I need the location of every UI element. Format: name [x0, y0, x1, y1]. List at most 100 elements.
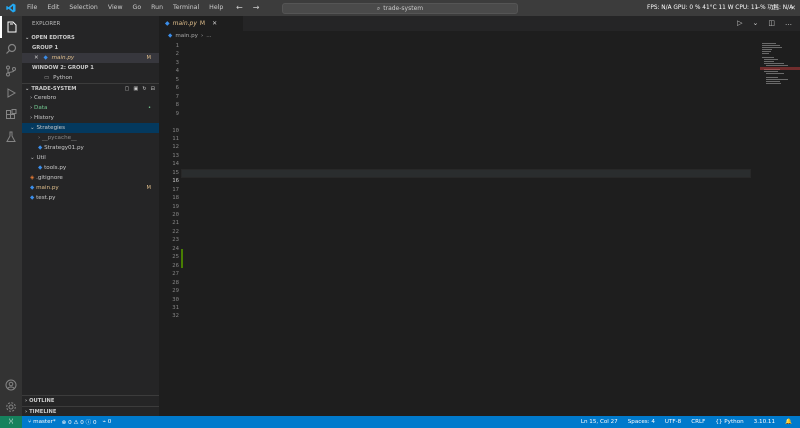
- line-number: 4: [175, 68, 179, 75]
- source-control-icon[interactable]: [0, 60, 22, 82]
- back-arrow-icon[interactable]: ←: [236, 3, 243, 12]
- open-editor-python[interactable]: ▭ Python: [22, 73, 159, 83]
- line-number: 11: [172, 135, 179, 142]
- git-change-marker: [181, 249, 183, 268]
- more-actions-icon[interactable]: …: [785, 19, 792, 27]
- menu-view[interactable]: View: [103, 0, 128, 16]
- end-of-line[interactable]: CRLF: [691, 416, 705, 428]
- tree-folder-cerebro[interactable]: › Cerebro: [22, 93, 159, 103]
- python-file-icon: ◆: [165, 20, 170, 27]
- language-mode[interactable]: {} Python: [715, 416, 743, 428]
- python-file-icon: ◆: [38, 145, 43, 151]
- breadcrumb-file[interactable]: main.py: [175, 33, 198, 39]
- close-tab-icon[interactable]: ✕: [212, 20, 217, 27]
- search-label: trade-system: [383, 5, 424, 12]
- line-number: 2: [175, 51, 179, 58]
- open-editor-main[interactable]: ✕ ◆ main.py M: [22, 53, 159, 63]
- line-number: 28: [172, 279, 179, 286]
- minimize-icon[interactable]: ─: [756, 0, 760, 16]
- menu-selection[interactable]: Selection: [64, 0, 103, 16]
- line-number: 30: [172, 296, 179, 303]
- tab-main-py[interactable]: ◆ main.py M ✕: [159, 16, 243, 31]
- project-header[interactable]: ⌄ TRADE-SYSTEM ▢ ▣ ↻ ⊟: [22, 83, 159, 93]
- line-number: 21: [172, 220, 179, 227]
- command-center-search[interactable]: ⌕ trade-system: [282, 3, 518, 14]
- line-number: 3: [175, 59, 179, 66]
- tree-folder-pycache[interactable]: › __pycache__: [22, 133, 159, 143]
- python-version[interactable]: 3.10.11: [754, 416, 775, 428]
- run-debug-icon[interactable]: [0, 82, 22, 104]
- outline-header[interactable]: › OUTLINE: [22, 395, 159, 405]
- open-editors-header[interactable]: ⌄ OPEN EDITORS: [22, 33, 159, 43]
- maximize-icon[interactable]: ☐: [772, 0, 778, 16]
- chevron-down-icon[interactable]: ⌄: [753, 19, 759, 27]
- ports-indicator[interactable]: ⌁ 0: [103, 419, 112, 425]
- problems-indicator[interactable]: ⊗ 0 ⚠ 0 ⓘ 0: [62, 418, 97, 426]
- current-line-highlight: [181, 168, 751, 178]
- close-window-icon[interactable]: ✕: [790, 0, 796, 16]
- git-branch[interactable]: ⑂ master*: [28, 419, 56, 425]
- tree-file-test[interactable]: ◆ test.py: [22, 193, 159, 203]
- split-editor-icon[interactable]: ◫: [768, 19, 775, 27]
- line-number: 5: [175, 76, 179, 83]
- collapse-all-icon[interactable]: ⊟: [151, 84, 155, 94]
- terminal-icon: ▭: [44, 75, 50, 81]
- line-number: 10: [172, 127, 179, 134]
- menu-go[interactable]: Go: [128, 0, 147, 16]
- vscode-logo-icon: [0, 0, 22, 16]
- bell-icon[interactable]: 🔔: [785, 416, 792, 428]
- explorer-icon[interactable]: [0, 16, 22, 38]
- line-number: 27: [172, 271, 179, 278]
- close-icon[interactable]: ✕: [34, 55, 39, 61]
- tree-file-tools[interactable]: ◆ tools.py: [22, 163, 159, 173]
- group-2-label: WINDOW 2: GROUP 1: [32, 65, 94, 71]
- python-file-icon: ◆: [30, 195, 35, 201]
- forward-arrow-icon[interactable]: →: [253, 3, 260, 12]
- refresh-icon[interactable]: ↻: [142, 84, 146, 94]
- menu-edit[interactable]: Edit: [42, 0, 64, 16]
- menu-file[interactable]: File: [22, 0, 42, 16]
- tree-folder-strategies[interactable]: ⌄ Strategies: [22, 123, 159, 133]
- menu-run[interactable]: Run: [146, 0, 168, 16]
- extensions-icon[interactable]: [0, 104, 22, 126]
- tree-file-gitignore[interactable]: ◈ .gitignore: [22, 173, 159, 183]
- line-number: 25: [172, 254, 179, 261]
- line-number: 29: [172, 288, 179, 295]
- new-file-icon[interactable]: ▢: [124, 84, 129, 94]
- line-number: 19: [172, 203, 179, 210]
- minimap[interactable]: [760, 41, 800, 101]
- tree-file-main[interactable]: ◆ main.py M: [22, 183, 159, 193]
- chevron-right-icon: ›: [25, 397, 28, 404]
- gear-icon[interactable]: [0, 396, 22, 418]
- tree-folder-data[interactable]: › Data •: [22, 103, 159, 113]
- ports-icon: ⌁: [102, 419, 106, 425]
- cursor-position[interactable]: Ln 15, Col 27: [581, 416, 618, 428]
- test-flask-icon[interactable]: [0, 126, 22, 148]
- breadcrumb-rest[interactable]: ...: [206, 33, 211, 39]
- line-number: 17: [172, 186, 179, 193]
- menu-terminal[interactable]: Terminal: [168, 0, 204, 16]
- run-python-icon[interactable]: ▷: [737, 19, 742, 27]
- tree-folder-history[interactable]: › History: [22, 113, 159, 123]
- search-icon[interactable]: [0, 38, 22, 60]
- python-file-icon: ◆: [43, 55, 48, 61]
- python-file-icon: ◆: [168, 33, 173, 39]
- remote-indicator-icon[interactable]: ⟩⟨: [0, 416, 22, 428]
- tree-file-strategy01[interactable]: ◆ Strategy01.py: [22, 143, 159, 153]
- line-number: 13: [172, 152, 179, 159]
- tree-folder-util[interactable]: ⌄ Util: [22, 153, 159, 163]
- status-bar: ⟩⟨ ⑂ master* ⊗ 0 ⚠ 0 ⓘ 0 ⌁ 0 Ln 15, Col …: [0, 416, 800, 428]
- timeline-header[interactable]: › TIMELINE: [22, 406, 159, 416]
- line-number: 31: [172, 304, 179, 311]
- chevron-right-icon: ›: [200, 33, 204, 39]
- menu-help[interactable]: Help: [204, 0, 228, 16]
- indentation[interactable]: Spaces: 4: [628, 416, 655, 428]
- chevron-right-icon: ›: [30, 105, 33, 111]
- encoding[interactable]: UTF-8: [665, 416, 681, 428]
- line-number: 15: [172, 169, 179, 176]
- new-folder-icon[interactable]: ▣: [133, 84, 138, 94]
- chevron-right-icon: ›: [30, 95, 33, 101]
- account-icon[interactable]: [0, 374, 22, 396]
- code-editor[interactable]: 1 2 3 4 5 6 7 8 9 10 11 12 13 14 15 16 17 18 19 20 21 22 23 24 2…: [159, 41, 759, 416]
- editor-tabs: ◆ main.py M ✕ ▷ ⌄ ◫ …: [159, 16, 800, 31]
